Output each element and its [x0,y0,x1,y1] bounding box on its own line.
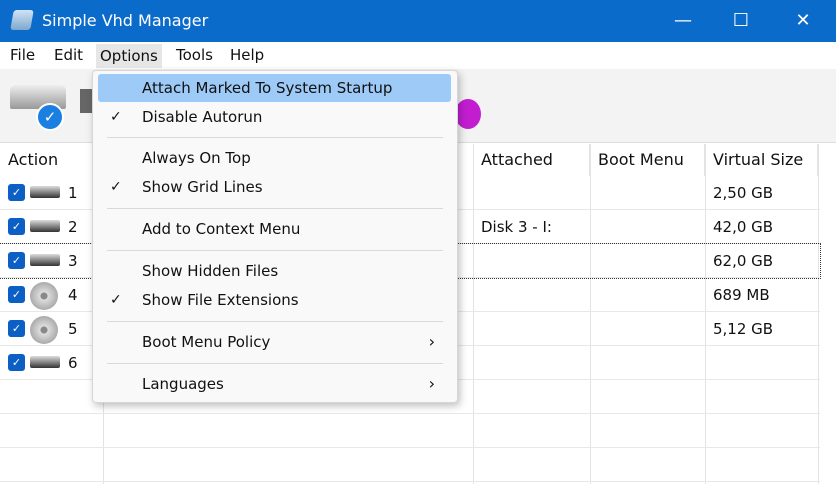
hard-drive-icon [30,356,60,368]
boot-menu-cell [590,176,705,210]
app-icon [10,10,34,30]
hard-drive-icon [30,254,60,266]
menu-separator [107,363,443,364]
menu-item-label: Attach Marked To System Startup [142,79,393,97]
options-dropdown-menu: Attach Marked To System Startup ✓ Disable … [92,70,458,403]
attached-cell: Disk 3 - I: [481,218,552,236]
attached-cell [473,312,590,346]
boot-menu-cell [590,346,705,380]
empty-row [0,448,820,482]
row-checkbox[interactable]: ✓ [8,218,25,235]
menu-item-add-to-context-menu[interactable]: Add to Context Menu [98,215,451,243]
attached-cell [473,176,590,210]
virtual-size-cell: 42,0 GB [713,218,774,236]
boot-menu-cell [590,278,705,312]
menu-item-label: Boot Menu Policy [142,333,271,351]
chevron-right-icon: › [428,374,435,393]
virtual-size-cell: 5,12 GB [713,320,774,338]
menu-file[interactable]: File [10,46,35,64]
menu-item-label: Languages [142,375,224,393]
row-number: 2 [68,218,78,236]
attached-cell [473,244,590,278]
virtual-size-cell: 2,50 GB [713,184,774,202]
cd-icon [30,282,58,310]
hard-drive-icon [30,186,60,198]
virtual-size-cell: 689 MB [713,286,770,304]
menu-separator [107,321,443,322]
menu-tools[interactable]: Tools [176,46,213,64]
row-number: 1 [68,184,78,202]
menu-options[interactable]: Options [96,44,162,68]
menu-item-label: Add to Context Menu [142,220,301,238]
maximize-button[interactable]: ☐ [726,6,756,36]
attached-cell [473,346,590,380]
empty-row [0,414,820,448]
row-checkbox[interactable]: ✓ [8,184,25,201]
checkmark-icon: ✓ [36,103,64,131]
column-header-action[interactable]: Action [0,144,103,176]
menu-item-label: Show Hidden Files [142,262,279,280]
menu-item-attach-marked-to-system-startup[interactable]: Attach Marked To System Startup [98,74,451,102]
menu-bar: File Edit Options Tools Help [0,42,836,69]
row-checkbox[interactable]: ✓ [8,252,25,269]
chevron-right-icon: › [428,332,435,351]
boot-menu-cell [590,210,705,244]
virtual-size-cell: 62,0 GB [713,252,774,270]
menu-separator [107,137,443,138]
hard-drive-icon [30,220,60,232]
menu-item-disable-autorun[interactable]: ✓ Disable Autorun [98,103,451,131]
check-icon: ✓ [110,292,122,308]
row-number: 4 [68,286,78,304]
check-icon: ✓ [110,109,122,125]
column-header-boot-menu[interactable]: Boot Menu [590,144,705,176]
row-number: 6 [68,354,78,372]
boot-menu-cell [590,244,705,278]
tools-icon[interactable] [455,99,481,129]
row-checkbox[interactable]: ✓ [8,286,25,303]
check-icon: ✓ [110,179,122,195]
menu-item-always-on-top[interactable]: Always On Top [98,144,451,172]
row-number: 5 [68,320,78,338]
menu-item-label: Show Grid Lines [142,178,263,196]
menu-item-show-hidden-files[interactable]: Show Hidden Files [98,257,451,285]
menu-item-boot-menu-policy[interactable]: Boot Menu Policy › [98,328,451,356]
attached-cell [473,278,590,312]
column-header-attached[interactable]: Attached [473,144,590,176]
menu-item-label: Always On Top [142,149,251,167]
title-bar: Simple Vhd Manager — ☐ ✕ [0,0,836,42]
row-number: 3 [68,252,78,270]
menu-separator [107,208,443,209]
row-checkbox[interactable]: ✓ [8,354,25,371]
virtual-size-cell [705,346,818,380]
menu-item-show-grid-lines[interactable]: ✓ Show Grid Lines [98,173,451,201]
boot-menu-cell [590,312,705,346]
menu-help[interactable]: Help [230,46,264,64]
menu-item-show-file-extensions[interactable]: ✓ Show File Extensions [98,286,451,314]
row-checkbox[interactable]: ✓ [8,320,25,337]
close-button[interactable]: ✕ [788,6,818,36]
column-header-virtual-size[interactable]: Virtual Size [705,144,818,176]
cd-icon [30,316,58,344]
window-title: Simple Vhd Manager [42,11,209,30]
toolbar-drive-icon[interactable] [80,89,92,113]
minimize-button[interactable]: — [668,6,698,36]
menu-item-languages[interactable]: Languages › [98,370,451,398]
menu-item-label: Disable Autorun [142,108,263,126]
menu-item-label: Show File Extensions [142,291,299,309]
menu-edit[interactable]: Edit [54,46,83,64]
menu-separator [107,250,443,251]
